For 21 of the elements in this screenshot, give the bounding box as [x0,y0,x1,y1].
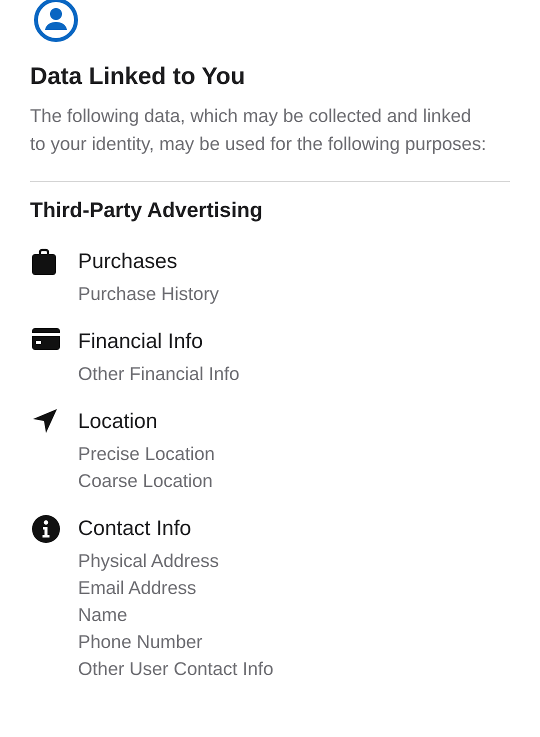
data-type-text: Name [78,603,128,627]
location-arrow-icon [32,408,58,434]
data-type-text: Physical Address [78,549,220,573]
category-title: Purchases [78,249,178,275]
category-title: Contact Info [78,516,192,542]
category-title: Financial Info [78,329,204,355]
data-type-text: Other User Contact Info [78,657,274,681]
person-icon [33,0,79,43]
data-type-text: Phone Number [78,630,204,654]
description-text: The following data, which may be collected and linked to your identity, may be used for the following purposes: [30,104,488,156]
data-type-text: Email Address [78,576,198,600]
data-type-text: Other Financial Info [78,362,240,386]
credit-card-icon [32,328,60,350]
purpose-heading: Third-Party Advertising [30,198,264,224]
category-title: Location [78,409,158,435]
info-icon [32,515,60,543]
section-title: Data Linked to You [30,62,246,92]
data-type-text: Coarse Location [78,469,214,493]
data-type-text: Precise Location [78,442,215,466]
bag-icon [32,248,56,275]
data-type-text: Purchase History [78,282,219,306]
